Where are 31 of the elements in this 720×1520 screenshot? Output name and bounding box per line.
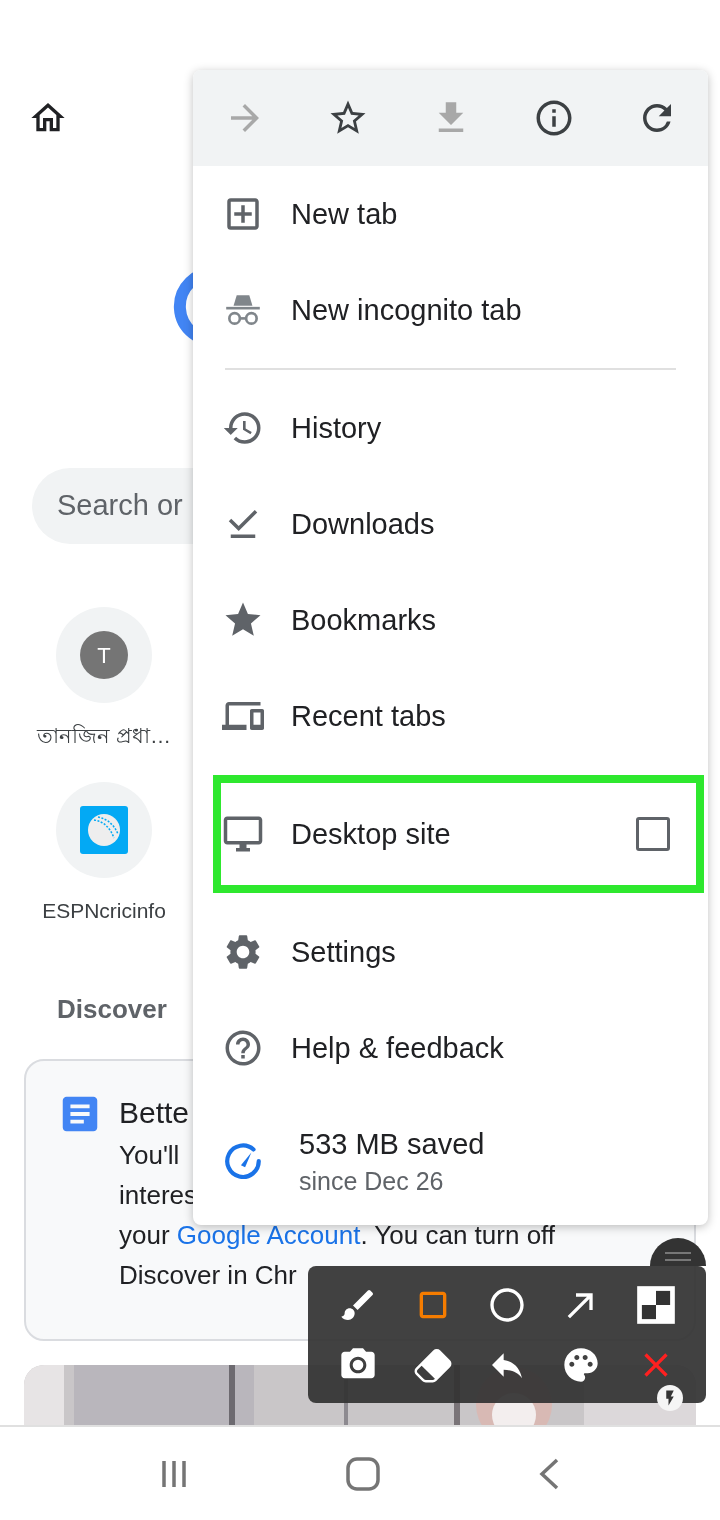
- menu-item[interactable]: Help & feedback: [193, 1000, 708, 1096]
- menu-label: Bookmarks: [291, 603, 438, 638]
- menu-label: Settings: [291, 935, 397, 970]
- menu-item[interactable]: Downloads: [193, 476, 708, 572]
- menu-item[interactable]: Recent tabs: [193, 668, 708, 764]
- search-placeholder: Search or: [57, 488, 183, 524]
- menu-item[interactable]: History: [193, 380, 708, 476]
- home-button-icon[interactable]: [346, 1456, 380, 1491]
- menu-label: 533 MB saved: [299, 1126, 486, 1162]
- tile-label[interactable]: ESPNcricinfo: [42, 894, 166, 926]
- menu-label: History: [291, 411, 383, 446]
- tile-label[interactable]: তানজিন প্রধা…: [37, 720, 171, 752]
- menu-label: Downloads: [291, 507, 436, 542]
- menu-item[interactable]: Bookmarks: [193, 572, 708, 668]
- menu-item[interactable]: Desktop site: [193, 764, 708, 904]
- tile-letter: T: [80, 631, 128, 679]
- menu-label: Desktop site: [291, 817, 452, 852]
- card-text: You'll: [119, 1139, 180, 1172]
- menu-sublabel: since Dec 26: [299, 1165, 445, 1197]
- menu-label: Help & feedback: [291, 1031, 505, 1066]
- menu-item[interactable]: New incognito tab: [193, 262, 708, 358]
- menu-label: New tab: [291, 197, 399, 232]
- card-text: Discover in Chr: [119, 1259, 297, 1292]
- menu-item[interactable]: Settings: [193, 904, 708, 1000]
- mosaic-icon[interactable]: [635, 1285, 676, 1325]
- checkbox[interactable]: [636, 817, 670, 851]
- menu-item[interactable]: New tab: [193, 166, 708, 262]
- card-title: Bette: [119, 1095, 191, 1131]
- menu-label: New incognito tab: [291, 293, 523, 328]
- menu-label: Recent tabs: [291, 699, 447, 734]
- section-title: Discover: [57, 993, 168, 1026]
